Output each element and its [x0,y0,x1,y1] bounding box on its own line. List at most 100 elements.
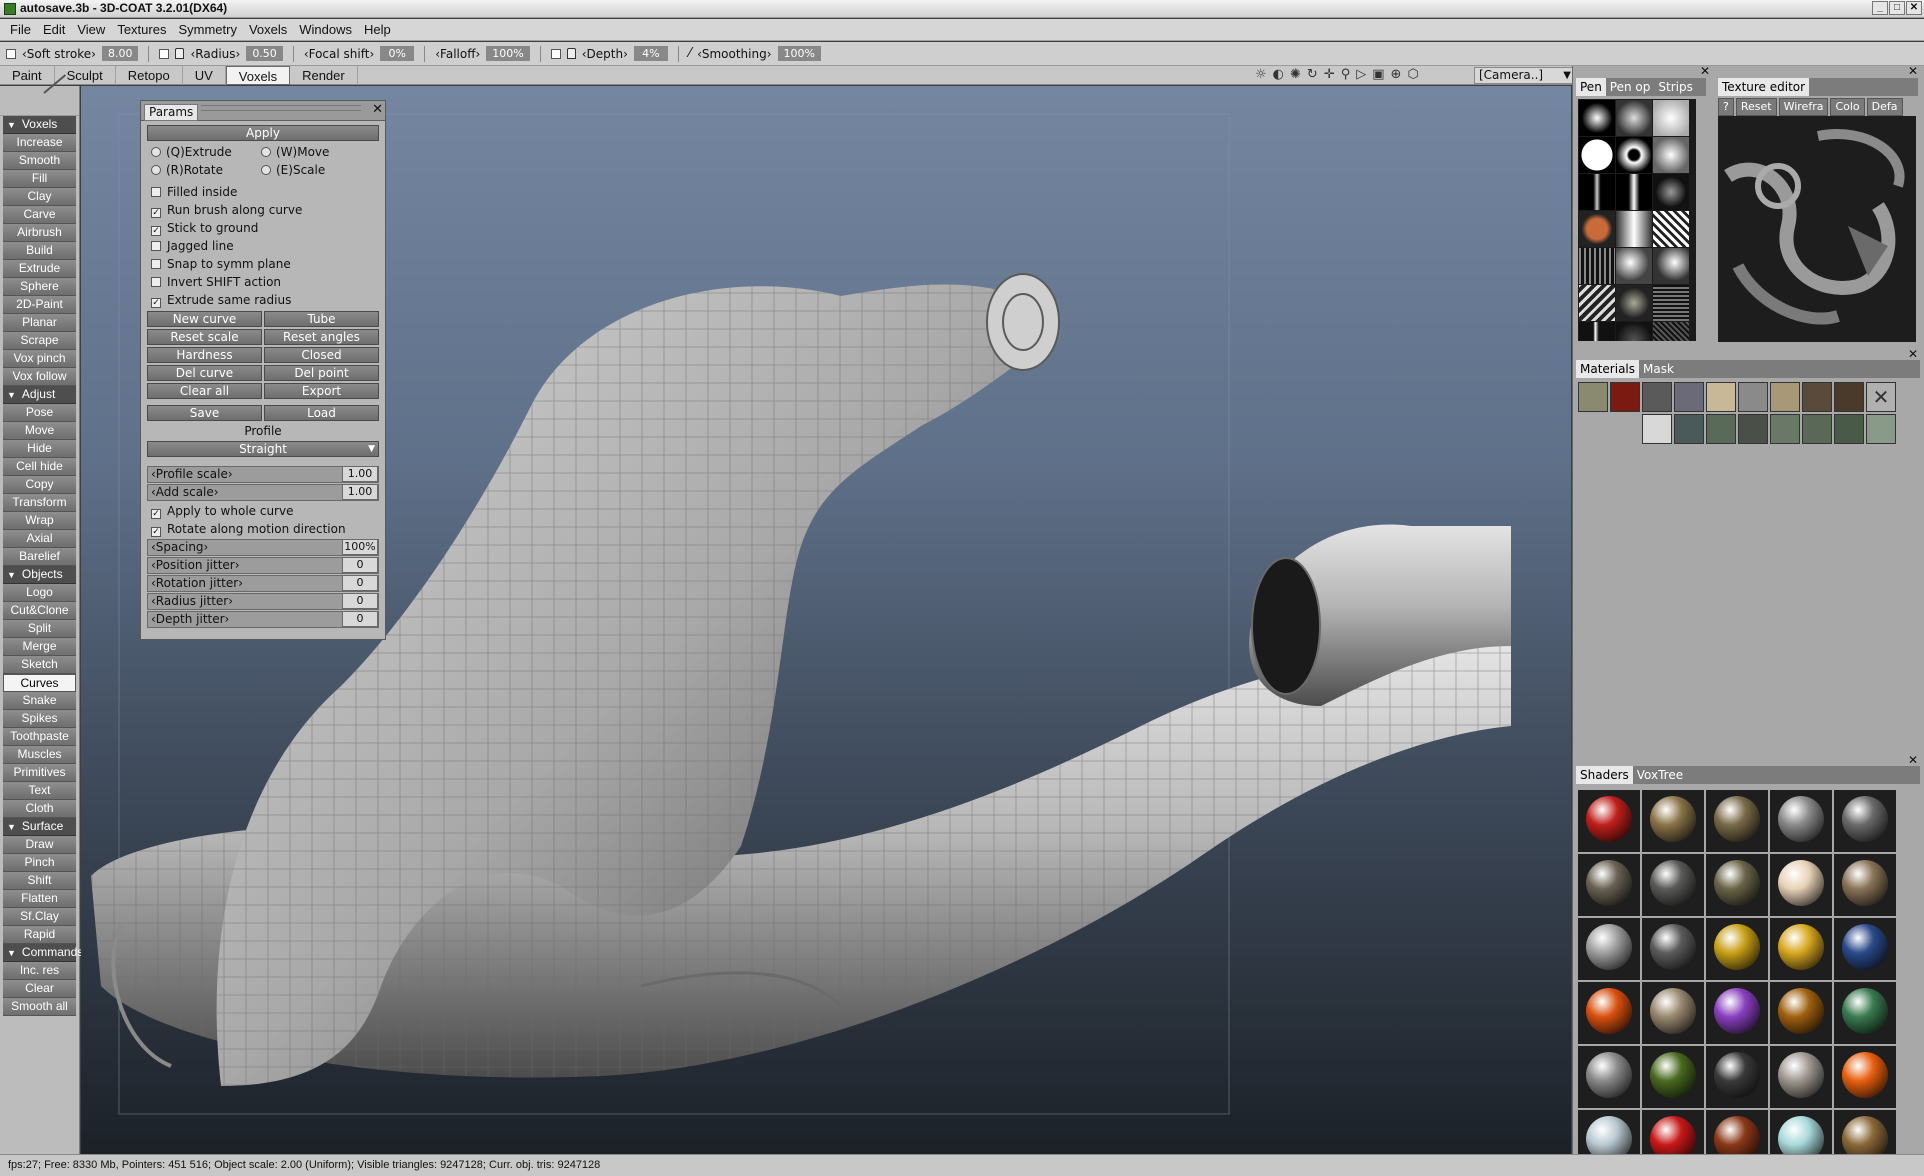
mode-radio-e-scale[interactable]: (E)Scale [261,161,371,179]
material-swatch[interactable] [1706,382,1736,412]
tool-shift[interactable]: Shift [3,872,76,890]
checkbox-stick-to-ground[interactable]: ✓ Stick to ground [141,219,385,237]
brush-alpha[interactable] [1653,211,1689,247]
shader-swatch[interactable] [1642,1046,1704,1108]
menu-help[interactable]: Help [358,22,397,37]
checkbox-snap-to-symm-plane[interactable]: Snap to symm plane [141,255,385,273]
tool-clay[interactable]: Clay [3,188,76,206]
tool-primitives[interactable]: Primitives [3,764,76,782]
brush-alpha[interactable] [1653,100,1689,136]
tool-planar[interactable]: Planar [3,314,76,332]
shader-swatch[interactable] [1706,790,1768,852]
slider-value[interactable]: 100% [342,539,378,555]
tool-axial[interactable]: Axial [3,530,76,548]
shader-swatch[interactable] [1706,854,1768,916]
close-icon[interactable]: ✕ [1700,64,1710,78]
tool-move[interactable]: Move [3,422,76,440]
tool-sphere[interactable]: Sphere [3,278,76,296]
target-icon[interactable]: ⊕ [1391,67,1402,82]
shader-swatch[interactable] [1706,918,1768,980]
material-swatch[interactable] [1770,414,1800,444]
shader-swatch[interactable] [1642,918,1704,980]
drag-handle[interactable] [201,105,361,111]
rotate-motion-checkbox[interactable]: ✓ Rotate along motion direction [141,520,385,538]
tool-copy[interactable]: Copy [3,476,76,494]
add-scale-value[interactable]: 1.00 [342,484,378,500]
shader-swatch[interactable] [1578,854,1640,916]
export-button[interactable]: Export [264,383,379,399]
section-voxels[interactable]: ▼ Voxels [3,116,76,134]
play-icon[interactable]: ▷ [1356,67,1366,82]
brush-alpha[interactable] [1579,285,1615,321]
clear-all-button[interactable]: Clear all [147,383,262,399]
slider-value[interactable]: 0 [342,611,378,627]
close-icon[interactable]: ✕ [1906,1,1922,15]
material-swatch[interactable] [1802,414,1832,444]
checkbox-filled-inside[interactable]: Filled inside [141,183,385,201]
menu-windows[interactable]: Windows [293,22,358,37]
brush-alpha[interactable] [1616,137,1652,173]
shader-swatch[interactable] [1706,1110,1768,1154]
close-icon[interactable]: ✕ [1908,64,1918,78]
depth-label[interactable]: ‹Depth› [582,47,628,61]
tool-vox-pinch[interactable]: Vox pinch [3,350,76,368]
depth-value[interactable]: 4% [633,46,668,61]
material-swatch[interactable] [1866,414,1896,444]
shader-swatch[interactable] [1578,918,1640,980]
apply-whole-checkbox[interactable]: ✓ Apply to whole curve [141,502,385,520]
smoothing-label[interactable]: ‹Smoothing› [697,47,771,61]
material-swatch[interactable] [1578,382,1608,412]
position-jitter-slider[interactable]: ‹Position jitter› 0 [147,557,379,574]
brush-alpha[interactable] [1579,322,1615,341]
close-icon[interactable]: ✕ [1908,753,1918,767]
tool-split[interactable]: Split [3,620,76,638]
pan-icon[interactable]: ✛ [1324,67,1335,82]
brush-alpha[interactable] [1579,174,1615,210]
tab-paint[interactable]: Paint [0,65,55,85]
focal-shift-value[interactable]: 0% [380,46,415,61]
tool-airbrush[interactable]: Airbrush [3,224,76,242]
zoom-icon[interactable]: ⚲ [1341,67,1351,82]
texture-editor-wirefra[interactable]: Wirefra [1778,98,1829,116]
checkbox-run-brush-along-curve[interactable]: ✓ Run brush along curve [141,201,385,219]
minimize-icon[interactable]: _ [1872,1,1888,15]
tool-fill[interactable]: Fill [3,170,76,188]
tab-pen-op[interactable]: Pen op [1606,78,1655,96]
tab-render[interactable]: Render [290,65,358,85]
rotate-icon[interactable]: ↻ [1307,67,1318,82]
menu-file[interactable]: File [4,22,37,37]
brush-alpha[interactable] [1616,248,1652,284]
tool-draw[interactable]: Draw [3,836,76,854]
shader-swatch[interactable] [1770,790,1832,852]
texture-editor-colo[interactable]: Colo [1830,98,1865,116]
soft-stroke-checkbox[interactable] [6,48,16,59]
tab-voxtree[interactable]: VoxTree [1633,766,1687,784]
tool-sf-clay[interactable]: Sf.Clay [3,908,76,926]
tab-voxels[interactable]: Voxels [225,65,291,85]
brush-alpha[interactable] [1653,174,1689,210]
texture-editor-reset[interactable]: Reset [1735,98,1777,116]
apply-button[interactable]: Apply [147,125,379,141]
tab-shaders[interactable]: Shaders [1576,766,1633,784]
brush-alpha[interactable] [1616,174,1652,210]
profile-select[interactable]: Straight ▼ [147,441,379,457]
material-swatch[interactable] [1738,414,1768,444]
tool-muscles[interactable]: Muscles [3,746,76,764]
menu-symmetry[interactable]: Symmetry [172,22,243,37]
tool-cloth[interactable]: Cloth [3,800,76,818]
menu-view[interactable]: View [71,22,111,37]
del-point-button[interactable]: Del point [264,365,379,381]
slider-value[interactable]: 0 [342,557,378,573]
rotation-jitter-slider[interactable]: ‹Rotation jitter› 0 [147,575,379,592]
maximize-icon[interactable]: □ [1889,1,1905,15]
material-swatch[interactable] [1674,414,1704,444]
smoothing-pen-icon[interactable]: ⁄ [689,46,691,61]
brush-alpha[interactable] [1653,322,1689,341]
checkbox-invert-shift-action[interactable]: Invert SHIFT action [141,273,385,291]
contrast-icon[interactable]: ◐ [1273,67,1284,82]
falloff-label[interactable]: ‹Falloff› [435,47,480,61]
texture-preview[interactable] [1718,116,1916,342]
shader-swatch[interactable] [1706,1046,1768,1108]
brush-alpha[interactable] [1616,285,1652,321]
tool-curves[interactable]: Curves [3,674,76,692]
